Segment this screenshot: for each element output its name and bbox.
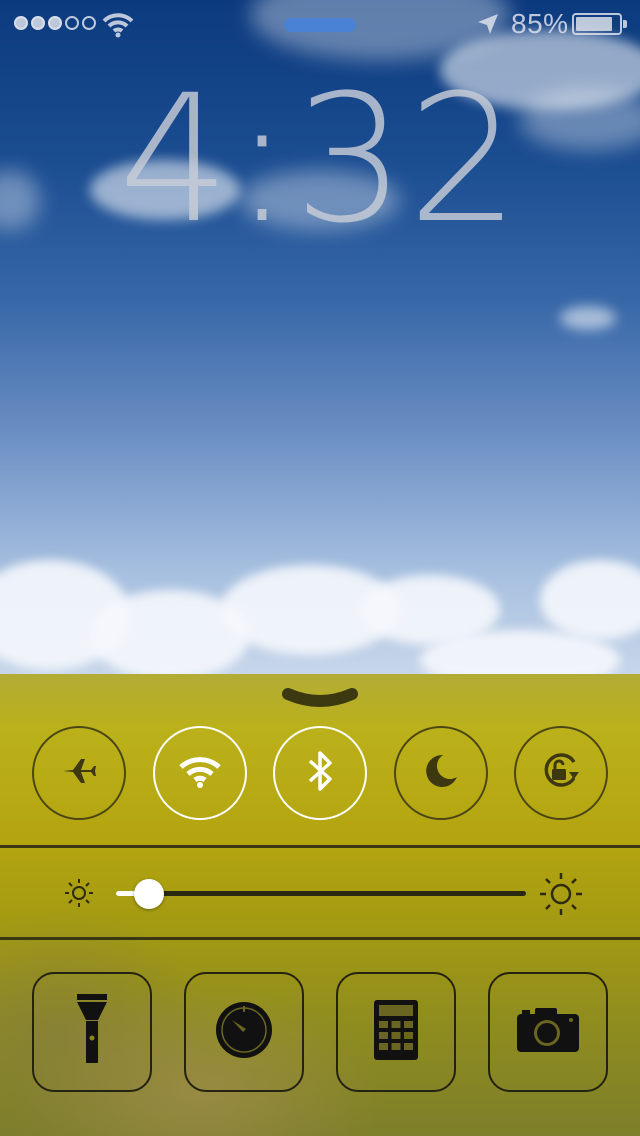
rotation-lock-icon <box>538 748 584 799</box>
brightness-low-icon <box>64 878 94 913</box>
camera-icon <box>515 1005 581 1060</box>
flashlight-icon <box>72 990 112 1075</box>
moon-icon <box>421 751 461 796</box>
timer-button[interactable] <box>184 972 304 1092</box>
brightness-high-icon <box>538 871 584 922</box>
signal-strength <box>14 16 96 30</box>
brightness-slider[interactable] <box>0 847 640 941</box>
timer-icon <box>212 998 276 1067</box>
airplane-icon <box>59 751 99 796</box>
divider <box>0 937 640 940</box>
wifi-icon <box>102 10 134 43</box>
battery-percentage: 85% <box>511 8 569 39</box>
grabber-handle[interactable] <box>284 18 356 32</box>
rotation-lock-toggle[interactable] <box>514 726 608 820</box>
flashlight-button[interactable] <box>32 972 152 1092</box>
chevron-down-icon[interactable] <box>280 686 360 717</box>
lock-screen-time: 4:32 <box>118 57 522 262</box>
wifi-icon <box>178 753 222 794</box>
bluetooth-icon <box>305 749 335 798</box>
bluetooth-toggle[interactable] <box>273 726 367 820</box>
location-arrow-icon <box>476 12 500 41</box>
battery-icon <box>572 13 627 35</box>
calculator-button[interactable] <box>336 972 456 1092</box>
wifi-toggle[interactable] <box>153 726 247 820</box>
airplane-mode-toggle[interactable] <box>32 726 126 820</box>
battery-level-fill <box>576 17 612 31</box>
do-not-disturb-toggle[interactable] <box>394 726 488 820</box>
control-center <box>0 674 640 1136</box>
camera-button[interactable] <box>488 972 608 1092</box>
status-bar: 85% <box>0 0 640 48</box>
shortcut-buttons <box>0 972 640 1092</box>
brightness-thumb[interactable] <box>133 879 164 909</box>
calculator-icon <box>374 999 418 1065</box>
brightness-track[interactable] <box>116 891 526 896</box>
quick-toggles <box>0 726 640 820</box>
